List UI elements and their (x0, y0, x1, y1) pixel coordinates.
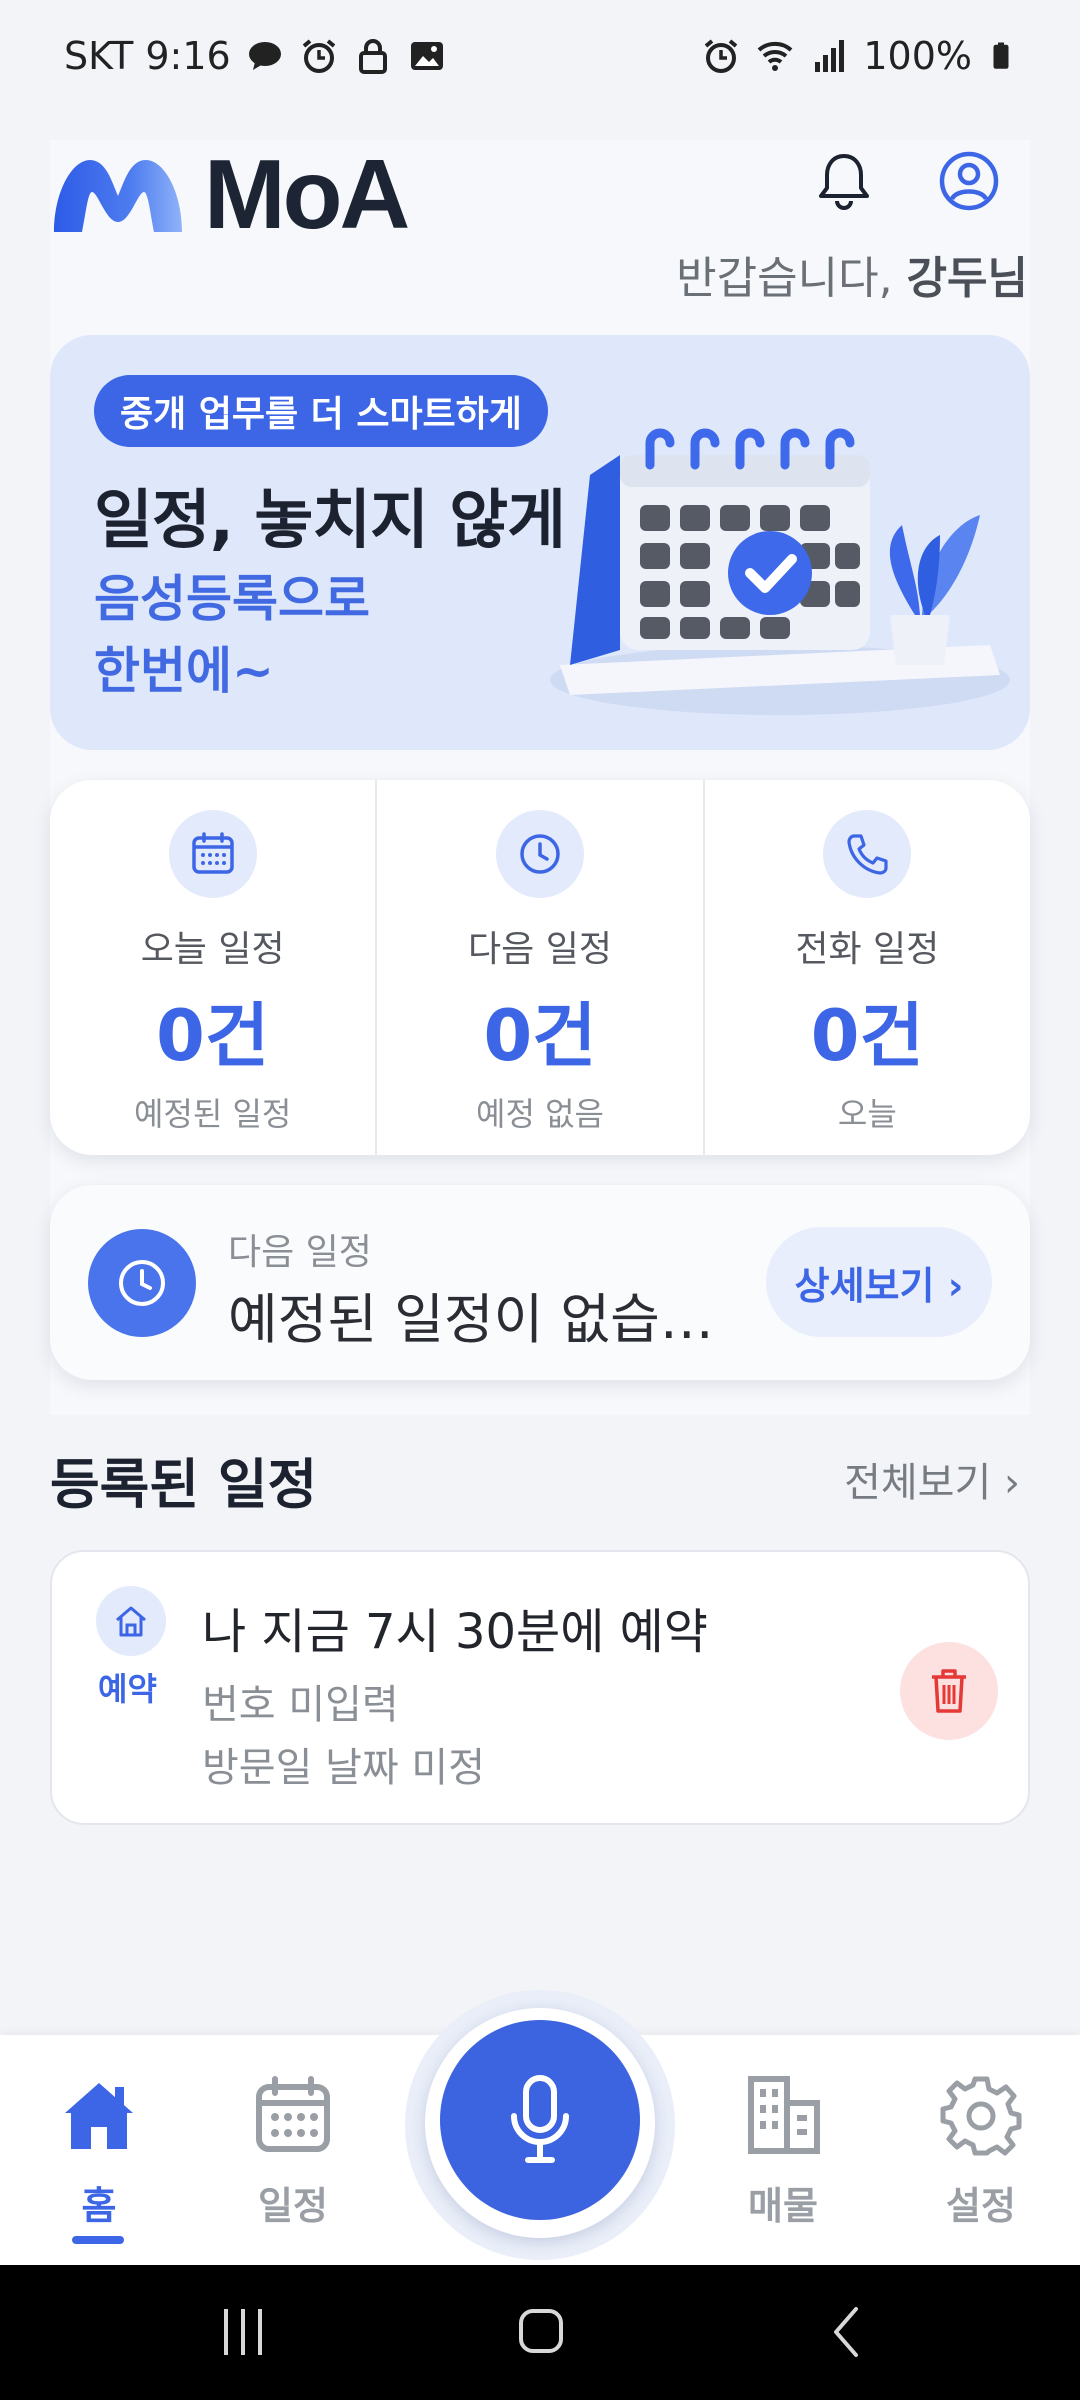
user-name: 강두님 (906, 253, 1028, 304)
stat-next[interactable]: 다음 일정 0건 예정 없음 (375, 780, 702, 1155)
greeting: 반갑습니다, 강두님 (676, 242, 1028, 306)
banner-subtitle-line: 한번에~ (94, 642, 274, 700)
stat-label: 전화 일정 (795, 929, 940, 970)
promo-banner[interactable]: 중개 업무를 더 스마트하게 일정, 놓치지 않게 음성등록으로 한번에~ (50, 335, 1030, 750)
schedule-visit-date: 방문일 날짜 미정 (202, 1745, 486, 1791)
section-title: 등록된 일정 (50, 1453, 318, 1516)
nav-property[interactable]: 매물 (708, 2035, 858, 2265)
system-navigation-bar (0, 2265, 1080, 2400)
banner-subtitle: 음성등록으로 한번에~ (94, 563, 454, 707)
stat-value: 0건 (483, 995, 597, 1077)
moa-logo-mark (54, 159, 182, 232)
active-tab-indicator (72, 2236, 124, 2244)
battery-level: 100% (863, 34, 972, 78)
schedule-phone: 번호 미입력 (202, 1682, 399, 1728)
status-bar: SKT 9:16 100% (0, 0, 1080, 112)
stat-sub: 오늘 (837, 1095, 897, 1133)
battery-icon (993, 42, 1009, 69)
nav-label: 설정 (946, 2184, 1016, 2228)
voice-record-button[interactable] (440, 2020, 640, 2220)
app-name: MoA (204, 139, 410, 249)
profile-icon[interactable] (938, 150, 1000, 212)
home-icon (65, 2083, 133, 2149)
greeting-prefix: 반갑습니다, (676, 253, 907, 304)
lock-icon (358, 39, 387, 74)
next-schedule-value: 예정된 일정이 없습니다 (228, 1288, 728, 1351)
delete-button[interactable] (900, 1642, 998, 1740)
stat-today[interactable]: 오늘 일정 0건 예정된 일정 (50, 780, 375, 1155)
schedule-item[interactable]: 예약 나 지금 7시 30분에 예약 번호 미입력 방문일 날짜 미정 (50, 1550, 1030, 1825)
trash-icon (932, 1669, 966, 1713)
wifi-icon (758, 41, 793, 71)
schedule-title: 나 지금 7시 30분에 예약 (202, 1604, 708, 1660)
stat-value: 0건 (156, 995, 270, 1077)
stat-sub: 예정 없음 (476, 1095, 604, 1133)
clock-icon (88, 1229, 196, 1337)
schedule-type-tag: 예약 (98, 1670, 157, 1708)
banner-pill: 중개 업무를 더 스마트하게 (94, 375, 548, 447)
stat-label: 다음 일정 (468, 929, 612, 970)
app-logo: MoA (50, 138, 410, 251)
stats-card: 오늘 일정 0건 예정된 일정 다음 일정 0건 예정 없음 전화 일정 0건 … (50, 780, 1030, 1155)
banner-subtitle-line: 음성등록으로 (94, 570, 370, 628)
chat-icon (248, 42, 281, 70)
next-schedule-label: 다음 일정 (228, 1232, 372, 1273)
alarm-icon (705, 39, 738, 73)
nav-schedule[interactable]: 일정 (218, 2035, 368, 2265)
view-all-link[interactable]: 전체보기 › (844, 1450, 1020, 1508)
stat-sub: 예정된 일정 (133, 1095, 292, 1133)
next-schedule-card[interactable]: 다음 일정 예정된 일정이 없습니다 상세보기 › (50, 1185, 1030, 1380)
building-icon (748, 2076, 820, 2154)
recent-apps-icon[interactable] (218, 2303, 268, 2361)
nav-label: 일정 (258, 2184, 328, 2228)
nav-label: 홈 (81, 2184, 117, 2228)
microphone-icon (511, 2075, 569, 2163)
gear-icon (940, 2076, 1022, 2156)
nav-settings[interactable]: 설정 (906, 2035, 1056, 2265)
bell-icon[interactable] (812, 148, 876, 212)
detail-button[interactable]: 상세보기 › (766, 1227, 992, 1337)
calendar-icon (256, 2076, 330, 2152)
banner-title: 일정, 놓치지 않게 (94, 484, 566, 558)
stat-value: 0건 (810, 995, 924, 1077)
nav-home[interactable]: 홈 (24, 2035, 174, 2265)
back-icon[interactable] (826, 2303, 866, 2361)
phone-icon (823, 810, 912, 898)
alarm-icon (302, 39, 335, 73)
stat-phone[interactable]: 전화 일정 0건 오늘 (702, 780, 1030, 1155)
nav-label: 매물 (748, 2184, 818, 2228)
house-icon (96, 1586, 166, 1656)
calendar-illustration (550, 428, 1010, 715)
status-carrier-time: SKT 9:16 (64, 34, 231, 78)
stat-label: 오늘 일정 (140, 929, 285, 970)
image-icon (410, 42, 443, 70)
home-system-icon[interactable] (516, 2303, 566, 2361)
signal-icon (815, 40, 845, 72)
clock-icon (495, 810, 584, 898)
calendar-icon (168, 810, 257, 898)
